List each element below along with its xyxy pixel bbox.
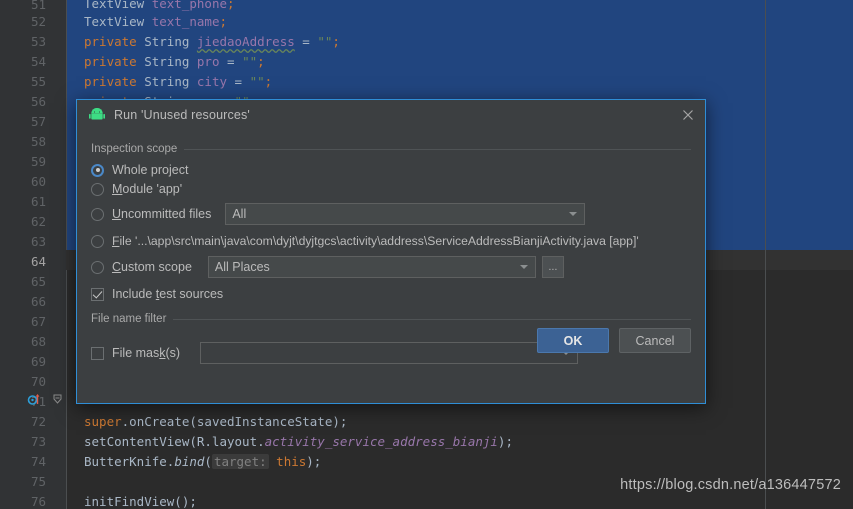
cancel-button[interactable]: Cancel [619,328,691,353]
line-number: 66 [30,294,46,309]
code-line-52: TextView text_name; [84,14,227,29]
line-number: 70 [30,374,46,389]
code-line-72: super.onCreate(savedInstanceState); [84,414,348,429]
line-number: 53 [30,34,46,49]
code-line-54: private String pro = ""; [84,54,265,69]
dialog-footer: OK Cancel [537,328,691,353]
code-line-53: private String jiedaoAddress = ""; [84,34,340,49]
radio-row-custom-scope[interactable]: Custom scope All Places ... [91,256,691,278]
line-number: 55 [30,74,46,89]
line-number: 61 [30,194,46,209]
file-name-filter-label: File name filter [91,313,167,325]
line-number: 63 [30,234,46,249]
run-inspection-dialog[interactable]: Run 'Unused resources' Inspection scope … [76,99,706,404]
line-number: 74 [30,454,46,469]
line-number: 69 [30,354,46,369]
radio-row-file[interactable]: File '...\app\src\main\java\com\dyjt\dyj… [91,234,691,248]
line-number: 72 [30,414,46,429]
uncommitted-files-combo[interactable]: All [225,203,586,225]
chevron-down-icon [519,265,528,269]
code-fold-icon[interactable] [51,393,64,406]
screen: 51 52 53 54 55 56 57 58 59 60 61 62 63 6… [0,0,853,509]
line-number: 76 [30,494,46,509]
custom-scope-combo-value: All Places [214,260,270,274]
radio-custom-scope[interactable] [91,260,104,274]
custom-scope-combo[interactable]: All Places [207,256,536,278]
line-number: 58 [30,134,46,149]
line-number: 59 [30,154,46,169]
group-divider-rule [173,318,691,320]
line-number: 62 [30,214,46,229]
radio-row-whole-project[interactable]: Whole project [91,163,691,177]
radio-whole-project[interactable] [91,163,104,177]
radio-label-module-app: Module 'app' [112,182,183,196]
chevron-down-icon [569,212,578,216]
inspection-scope-label: Inspection scope [91,143,178,155]
radio-label-custom-scope: Custom scope [112,260,192,274]
close-icon[interactable] [677,104,699,126]
checkbox-include-test-sources[interactable] [91,287,104,301]
radio-uncommitted-files[interactable] [91,207,104,221]
line-number: 75 [30,474,46,489]
close-x-glyph [683,110,693,120]
code-line-74: ButterKnife.bind(target: this); [84,454,322,469]
file-masks-combo[interactable] [200,342,579,364]
radio-module-app[interactable] [91,182,104,196]
line-number: 52 [30,14,46,29]
dialog-body: Inspection scope Whole project Module 'a… [77,143,705,364]
watermark-text: https://blog.csdn.net/a136447572 [620,477,841,493]
browse-scope-button[interactable]: ... [541,256,564,278]
checkbox-label-include-test-sources: Include test sources [112,287,224,301]
dialog-title: Run 'Unused resources' [114,108,250,122]
line-number: 60 [30,174,46,189]
line-number: 65 [30,274,46,289]
radio-file[interactable] [91,234,104,248]
line-number: 67 [30,314,46,329]
checkbox-row-include-test-sources[interactable]: Include test sources [91,287,691,301]
dialog-titlebar: Run 'Unused resources' [77,100,705,130]
file-name-filter-group-header: File name filter [91,313,691,325]
line-number: 57 [30,114,46,129]
radio-label-whole-project: Whole project [112,163,189,177]
line-number: 68 [30,334,46,349]
code-line-76: initFindView(); [84,494,197,509]
line-number: 73 [30,434,46,449]
code-line-55: private String city = ""; [84,74,273,89]
code-line-51: TextView text_phone; [84,0,235,11]
inspection-scope-group-header: Inspection scope [91,143,691,155]
checkbox-file-masks[interactable] [91,346,104,360]
line-number: 54 [30,54,46,69]
radio-row-uncommitted-files[interactable]: Uncommitted files All [91,203,691,225]
code-line-73: setContentView(R.layout.activity_service… [84,434,513,449]
radio-row-module-app[interactable]: Module 'app' [91,182,691,196]
line-number: 51 [30,0,46,12]
android-icon [89,108,105,120]
checkbox-label-file-masks: File mask(s) [112,346,181,360]
line-number-current: 64 [30,254,46,269]
radio-label-file: File '...\app\src\main\java\com\dyjt\dyj… [112,234,639,248]
ok-button[interactable]: OK [537,328,609,353]
group-divider-rule [184,148,691,150]
radio-label-uncommitted-files: Uncommitted files [112,207,212,221]
override-method-icon[interactable] [27,392,41,406]
uncommitted-files-combo-value: All [232,207,247,221]
line-number: 56 [30,94,46,109]
